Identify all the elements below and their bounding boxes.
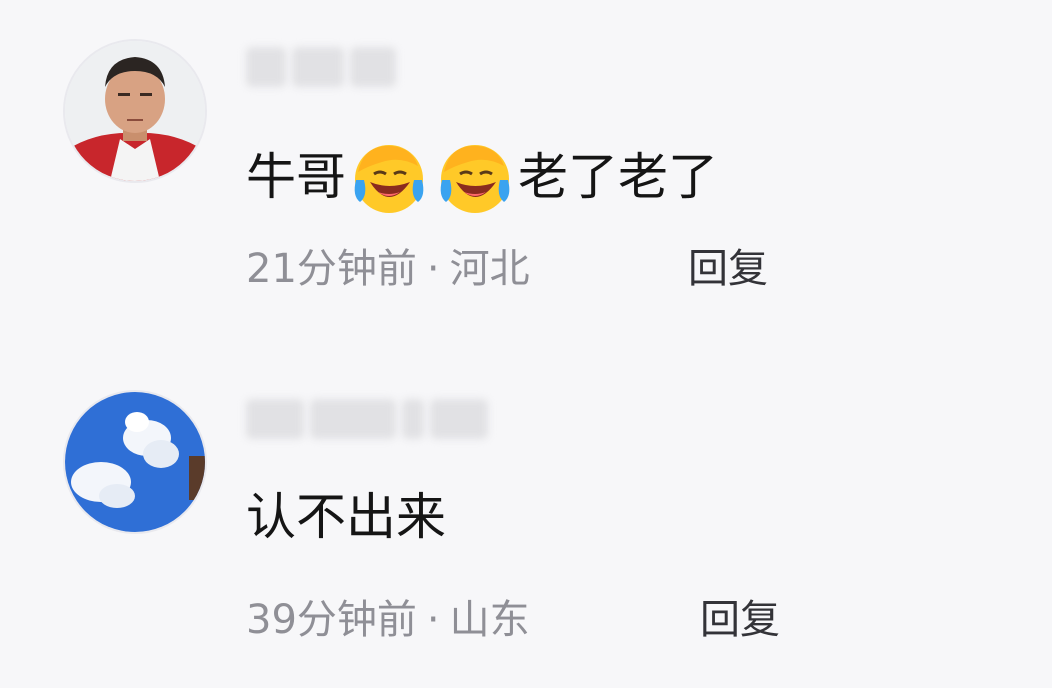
blurred-name-segment [246, 399, 304, 439]
avatar-sky-clouds-icon [65, 392, 205, 532]
comment-location: 山东 [449, 597, 530, 643]
meta-separator: · [426, 597, 440, 643]
meta-separator: · [426, 246, 440, 292]
avatar-photo-icon [65, 41, 205, 181]
comment-text-suffix: 老了老了 [518, 148, 718, 206]
comment-location: 河北 [449, 246, 530, 292]
blurred-name-segment [292, 47, 344, 87]
comment-meta: 39分钟前 · 山东 [246, 595, 530, 645]
comment-text: 认不出来 [246, 488, 446, 546]
facepalm-laugh-cry-icon [434, 136, 516, 218]
comment-text: 牛哥 老了老了 [246, 136, 718, 218]
avatar[interactable] [63, 39, 207, 183]
blurred-name-segment [430, 399, 488, 439]
avatar[interactable] [63, 390, 207, 534]
comment-time: 39分钟前 [246, 597, 417, 643]
comment-time: 21分钟前 [246, 246, 417, 292]
reply-button[interactable]: 回复 [688, 244, 768, 294]
blurred-name-segment [350, 47, 396, 87]
comment-item: 牛哥 老了老了 21分钟前 · 河北 回复 [0, 0, 1052, 340]
blurred-name-segment [246, 47, 286, 87]
comment-item: 认不出来 39分钟前 · 山东 回复 [0, 345, 1052, 688]
comment-meta: 21分钟前 · 河北 [246, 244, 530, 294]
blurred-name-segment [310, 399, 396, 439]
facepalm-laugh-cry-icon [348, 136, 430, 218]
blurred-name-segment [402, 399, 424, 439]
username-blurred[interactable] [246, 44, 396, 90]
comment-text-prefix: 牛哥 [246, 148, 346, 206]
reply-button[interactable]: 回复 [700, 595, 780, 645]
username-blurred[interactable] [246, 396, 488, 442]
